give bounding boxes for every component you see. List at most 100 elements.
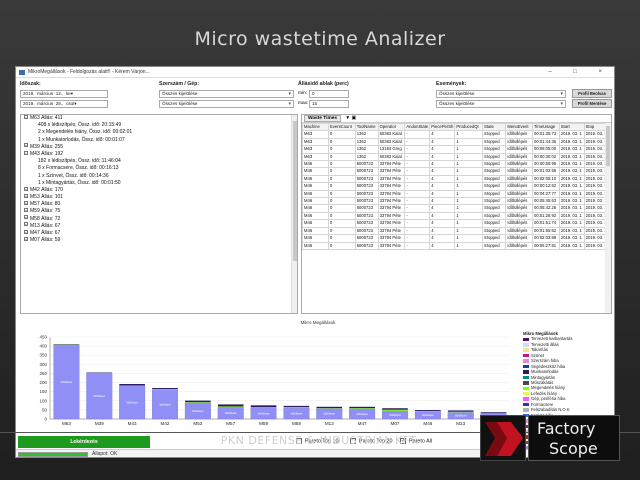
table-cell: 1 xyxy=(454,137,484,147)
tree-node[interactable]: + M47 Állás: 67 xyxy=(21,229,297,237)
table-cell: 5000723 xyxy=(354,219,379,228)
column-header[interactable]: EventCount xyxy=(327,122,356,132)
expand-icon[interactable]: + xyxy=(24,186,28,191)
table-row[interactable]: M46 0 5000723 33794 Péte -4 1 Stopped Idõlüllép… xyxy=(302,189,611,199)
table-row[interactable]: M46 0 5000723 33794 Péte -4 1 Stopped Idõlüllép… xyxy=(302,211,611,221)
table-cell: 4 xyxy=(429,182,456,191)
column-header[interactable]: ProducedQt xyxy=(454,122,484,132)
table-cell: - xyxy=(404,137,431,147)
column-header[interactable]: Start xyxy=(558,122,585,132)
event-select-1[interactable]: Összes kijelölése xyxy=(436,90,566,98)
collapse-icon[interactable]: − xyxy=(24,150,28,155)
table-cell: 1 xyxy=(454,130,484,139)
table-cell: 00:08:05:00 xyxy=(532,145,560,154)
bar-segment xyxy=(185,402,211,403)
expand-icon[interactable]: + xyxy=(24,222,28,227)
table-cell: 33794 Péte xyxy=(377,182,406,191)
table-row[interactable]: M46 0 5000723 33794 Péte -4 1 Stopped Idõlüllép… xyxy=(302,226,611,236)
date-to-picker[interactable]: 2019. március 28., csüt▾ xyxy=(20,100,108,108)
expand-icon[interactable]: + xyxy=(24,200,28,205)
profile-load-button[interactable]: Profil Beolvas xyxy=(572,89,612,98)
table-row[interactable]: M46 0 5000723 33794 Péte -4 1 Stopped Idõlüllép… xyxy=(302,219,611,228)
column-header[interactable]: ToolName xyxy=(354,122,379,132)
filter-icon[interactable]: ▼ xyxy=(345,116,350,121)
max-input[interactable]: 15 xyxy=(309,100,349,108)
expand-icon[interactable]: + xyxy=(24,193,28,198)
table-cell: 4 xyxy=(429,130,456,139)
tree-node-label: 2 x Megendelés hiány, Össz. idő: 00:02:0… xyxy=(38,129,133,136)
tree-node[interactable]: 8 x Formacsere, Össz. idő: 00:16:13 xyxy=(21,165,297,172)
column-header[interactable]: TimeUsage xyxy=(532,122,560,132)
tool-select-2[interactable]: Összes kijelölése xyxy=(159,100,294,108)
expand-icon[interactable]: + xyxy=(24,208,28,213)
bar-data-label: Idõtúllépés xyxy=(225,412,237,415)
tree-node[interactable]: + M13 Állás: 67 xyxy=(21,222,297,230)
table-cell: 1 xyxy=(454,197,484,206)
tree-node-label: M42 Állás: 170 xyxy=(30,186,64,193)
column-header[interactable]: Operator xyxy=(377,122,406,132)
column-header[interactable]: PiecePerSh xyxy=(429,122,456,132)
tree-node[interactable]: 1 x Színvet, Össz. idő: 00:14:36 xyxy=(21,173,297,180)
legend-label: Munkatorlodás xyxy=(531,369,559,375)
tree-node[interactable]: 2 x Megendelés hiány, Össz. idő: 00:02:0… xyxy=(21,129,297,136)
tool-select-1[interactable]: Összes kijelölése xyxy=(159,90,294,98)
expand-icon[interactable]: + xyxy=(24,236,28,241)
date-from-picker[interactable]: 2019. március 12., ke▾ xyxy=(20,90,108,98)
table-row[interactable]: M46 0 5000723 33794 Péte -4 1 Stopped Idõlüllép… xyxy=(302,167,611,176)
table-row[interactable]: M46 0 5000723 33794 Péte -4 1 Stopped Idõlüllép… xyxy=(302,174,611,184)
expand-icon[interactable]: + xyxy=(24,215,28,220)
legend-swatch xyxy=(523,408,529,412)
factoryscope-logo: Factory Scope xyxy=(480,415,620,461)
table-row[interactable]: M46 0 5000723 33794 Péte -4 1 Stopped Idõlüllép… xyxy=(302,204,611,213)
tree-scrollbar[interactable] xyxy=(291,115,297,313)
table-cell: 00:01:35:73 xyxy=(532,130,560,139)
table-cell: 4 xyxy=(429,204,456,213)
legend-label: Segédeszköz hiba xyxy=(531,363,566,369)
profile-save-button[interactable]: Profil Mentése xyxy=(572,99,612,108)
column-header[interactable]: AndonState xyxy=(404,122,431,132)
table-row[interactable]: M63 0 1362 50383 Kalal -4 1 Stopped Idõlüllépés… xyxy=(302,137,611,147)
tree-node[interactable]: + M39 Állás: 255 xyxy=(21,143,297,151)
table-cell: - xyxy=(404,226,431,236)
y-tick-label: 100 xyxy=(39,398,47,403)
column-header[interactable]: State xyxy=(482,122,507,132)
table-cell: - xyxy=(404,167,431,176)
table-row[interactable]: M46 0 5000723 33794 Péte -4 1 Stopped Idõlüllép… xyxy=(302,197,611,206)
bar-segment xyxy=(250,405,277,408)
tree-node[interactable]: + M58 Állás: 72 xyxy=(21,215,297,223)
tree-scroll-thumb[interactable] xyxy=(293,121,297,261)
grid-scroll-thumb[interactable] xyxy=(606,126,610,166)
collapse-icon[interactable]: − xyxy=(24,115,28,119)
export-icon[interactable]: ▣ xyxy=(352,116,357,121)
table-row[interactable]: M46 0 5000723 33794 Péte -4 1 Stopped Idõlüllép… xyxy=(302,182,611,191)
expand-icon[interactable]: + xyxy=(24,143,28,148)
window-controls[interactable]: – □ × xyxy=(548,67,612,78)
column-header[interactable]: Machine xyxy=(302,122,329,132)
tree-node[interactable]: + M59 Állás: 75 xyxy=(21,208,297,215)
table-row[interactable]: M63 0 1362 50383 Kalal -4 1 Stopped Idõlüllépés… xyxy=(302,152,611,162)
event-select-2[interactable]: Összes kijelölése xyxy=(436,100,566,108)
table-row[interactable]: M46 0 5000723 33794 Péte -4 1 Stopped Idõlüllép… xyxy=(302,234,611,243)
tree-node[interactable]: 1 x Munkatorlodás, Össz. idő: 00:01:07 xyxy=(21,137,297,144)
tree-node[interactable]: + M42 Állás: 170 xyxy=(21,186,297,194)
tree-node[interactable]: + M53 Állás: 101 xyxy=(21,193,297,201)
table-row[interactable]: M63 0 1362 13164 Greg -4 1 Stopped Idõlüllépés 0… xyxy=(302,145,611,154)
max-label: max: xyxy=(298,101,309,106)
column-header[interactable]: MenuEvent xyxy=(505,122,533,132)
table-cell: 2019. 03. 1 xyxy=(558,234,585,243)
tab-waste-times[interactable]: Waste Times xyxy=(304,115,342,122)
table-row[interactable]: M46 0 5000723 33794 Péte -4 1 Stopped Idõlüllép… xyxy=(302,241,611,250)
legend-label: Formacsere xyxy=(531,401,554,407)
bar-data-label: Idõtúllépés xyxy=(323,413,335,416)
table-row[interactable]: M63 0 1362 50383 Kalal -4 1 Stopped Idõlüllépés… xyxy=(302,130,611,139)
grid-scrollbar[interactable] xyxy=(605,123,611,313)
tree-node[interactable]: + M07 Állás: 59 xyxy=(21,236,297,244)
tree-node[interactable]: 1 x Mintagyártás, Össz. idő: 00:01:50 xyxy=(21,180,297,187)
expand-icon[interactable]: + xyxy=(24,229,28,234)
table-row[interactable]: M46 0 5000723 33794 Péte -4 1 Stopped Idõlüllép… xyxy=(302,160,611,169)
bar-data-label: Idõtúllépés xyxy=(389,414,401,417)
min-input[interactable]: 0 xyxy=(309,90,349,98)
table-cell: Idõlüllépés xyxy=(505,137,533,147)
tree-node[interactable]: + M57 Állás: 80 xyxy=(21,200,297,208)
machine-tree[interactable]: − M63 Állás: 411 408 x lédiszítpés, Össz. … xyxy=(20,114,298,314)
